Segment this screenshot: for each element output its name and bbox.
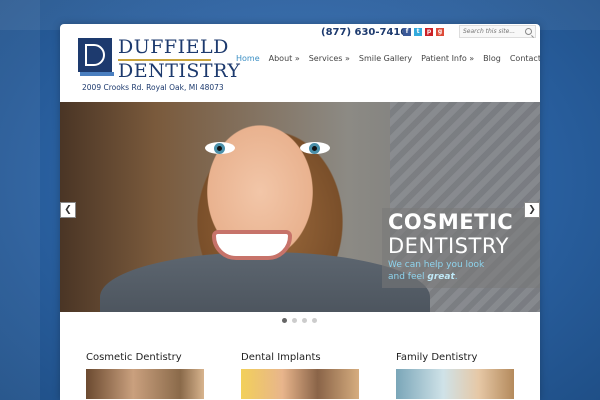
pinterest-icon[interactable]: p [425,28,433,36]
nav-item-patient-info[interactable]: Patient Info » [421,54,474,63]
main-nav: Home About » Services » Smile Gallery Pa… [236,54,540,63]
logo-text-line1: DUFFIELD [118,36,229,58]
slider-next-button[interactable]: ❯ [524,202,540,218]
service-thumbnail[interactable] [86,369,204,399]
hero-tagline-line2: and feel great. [388,272,458,282]
nav-item-blog[interactable]: Blog [483,54,501,63]
social-links: f t p g [403,28,444,36]
address-text: 2009 Crooks Rd. Royal Oak, MI 48073 [82,83,224,92]
page-container: DUFFIELD DENTISTRY 2009 Crooks Rd. Royal… [60,24,540,400]
service-title[interactable]: Cosmetic Dentistry [86,352,204,363]
hero-smile-image [212,230,292,260]
slider-pagination [282,318,317,323]
service-card-implants[interactable]: Dental Implants [241,352,359,399]
hero-tagline-emphasis: great [427,272,455,282]
twitter-icon[interactable]: t [414,28,422,36]
slider-dot[interactable] [282,318,287,323]
service-title[interactable]: Dental Implants [241,352,359,363]
nav-item-home[interactable]: Home [236,54,260,63]
nav-item-contact[interactable]: Contact [510,54,540,63]
nav-item-smile-gallery[interactable]: Smile Gallery [359,54,412,63]
service-thumbnail[interactable] [241,369,359,399]
hero-eye-left [205,142,235,154]
hero-title-line2: DENTISTRY [388,234,509,258]
slider-prev-button[interactable]: ❮ [60,202,76,218]
hero-scarf-image [100,252,430,312]
service-title[interactable]: Family Dentistry [396,352,514,363]
search-input[interactable] [463,26,523,37]
slider-dot[interactable] [302,318,307,323]
slider-dot[interactable] [312,318,317,323]
phone-number[interactable]: (877) 630-7410 [321,27,407,38]
hero-title-line1: COSMETIC [388,210,514,234]
hero-caption: COSMETIC DENTISTRY We can help you look … [382,208,540,288]
nav-item-about[interactable]: About » [269,54,300,63]
slider-dot[interactable] [292,318,297,323]
logo-text-line2: DENTISTRY [118,60,241,82]
service-thumbnail[interactable] [396,369,514,399]
logo-mark-icon [78,38,114,76]
search-box [459,25,536,38]
service-card-family[interactable]: Family Dentistry [396,352,514,399]
nav-item-services[interactable]: Services » [309,54,350,63]
search-icon[interactable] [525,28,532,35]
hero-eye-right [300,142,330,154]
google-plus-icon[interactable]: g [436,28,444,36]
hero-tagline-line1: We can help you look [388,260,485,270]
service-card-cosmetic[interactable]: Cosmetic Dentistry [86,352,204,399]
facebook-icon[interactable]: f [403,28,411,36]
hero-slider[interactable]: COSMETIC DENTISTRY We can help you look … [60,102,540,312]
